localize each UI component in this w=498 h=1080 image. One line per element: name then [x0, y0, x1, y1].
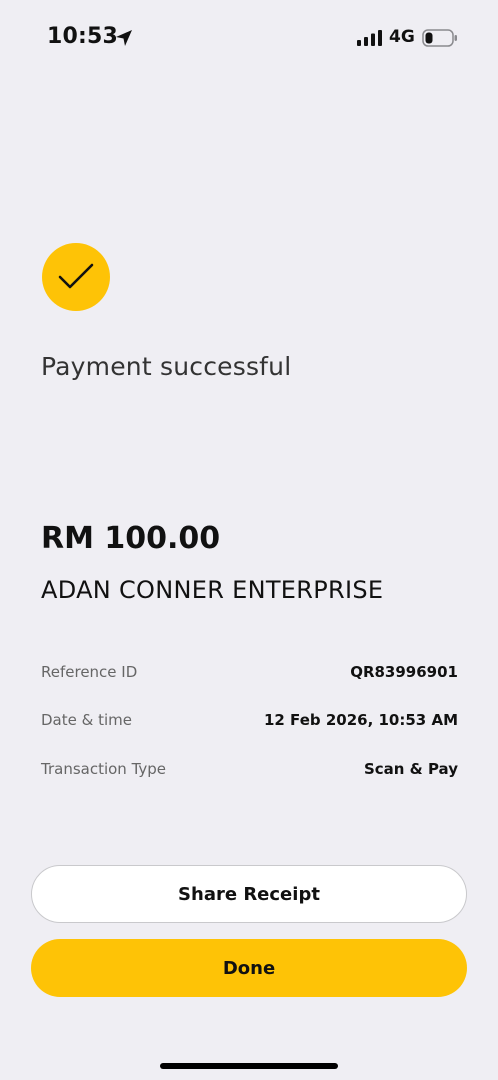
- date-time-row: Date & time 12 Feb 2026, 10:53 AM: [41, 711, 458, 735]
- reference-id-label: Reference ID: [41, 663, 138, 681]
- share-receipt-button[interactable]: Share Receipt: [31, 865, 467, 923]
- success-badge: [42, 243, 110, 311]
- home-indicator[interactable]: [160, 1063, 338, 1069]
- battery-icon: [422, 29, 457, 47]
- transaction-type-label: Transaction Type: [41, 760, 167, 778]
- date-time-value: 12 Feb 2026, 10:53 AM: [263, 711, 458, 729]
- reference-id-value: QR83996901: [350, 663, 458, 681]
- merchant-name: ADAN CONNER ENTERPRISE: [41, 576, 384, 604]
- transaction-type-row: Transaction Type Scan & Pay: [41, 760, 458, 784]
- date-time-label: Date & time: [41, 711, 132, 729]
- payment-amount: RM 100.00: [41, 521, 221, 556]
- status-bar: 10:53 4G: [0, 0, 498, 74]
- transaction-type-value: Scan & Pay: [363, 760, 458, 778]
- status-time: 10:53: [47, 24, 119, 49]
- payment-status-title: Payment successful: [41, 352, 292, 381]
- done-button[interactable]: Done: [31, 939, 467, 997]
- checkmark-icon: [58, 263, 94, 289]
- reference-id-row: Reference ID QR83996901: [41, 663, 458, 687]
- network-label: 4G: [389, 27, 415, 47]
- location-arrow-icon: [116, 30, 132, 46]
- signal-bars-icon: [357, 30, 382, 46]
